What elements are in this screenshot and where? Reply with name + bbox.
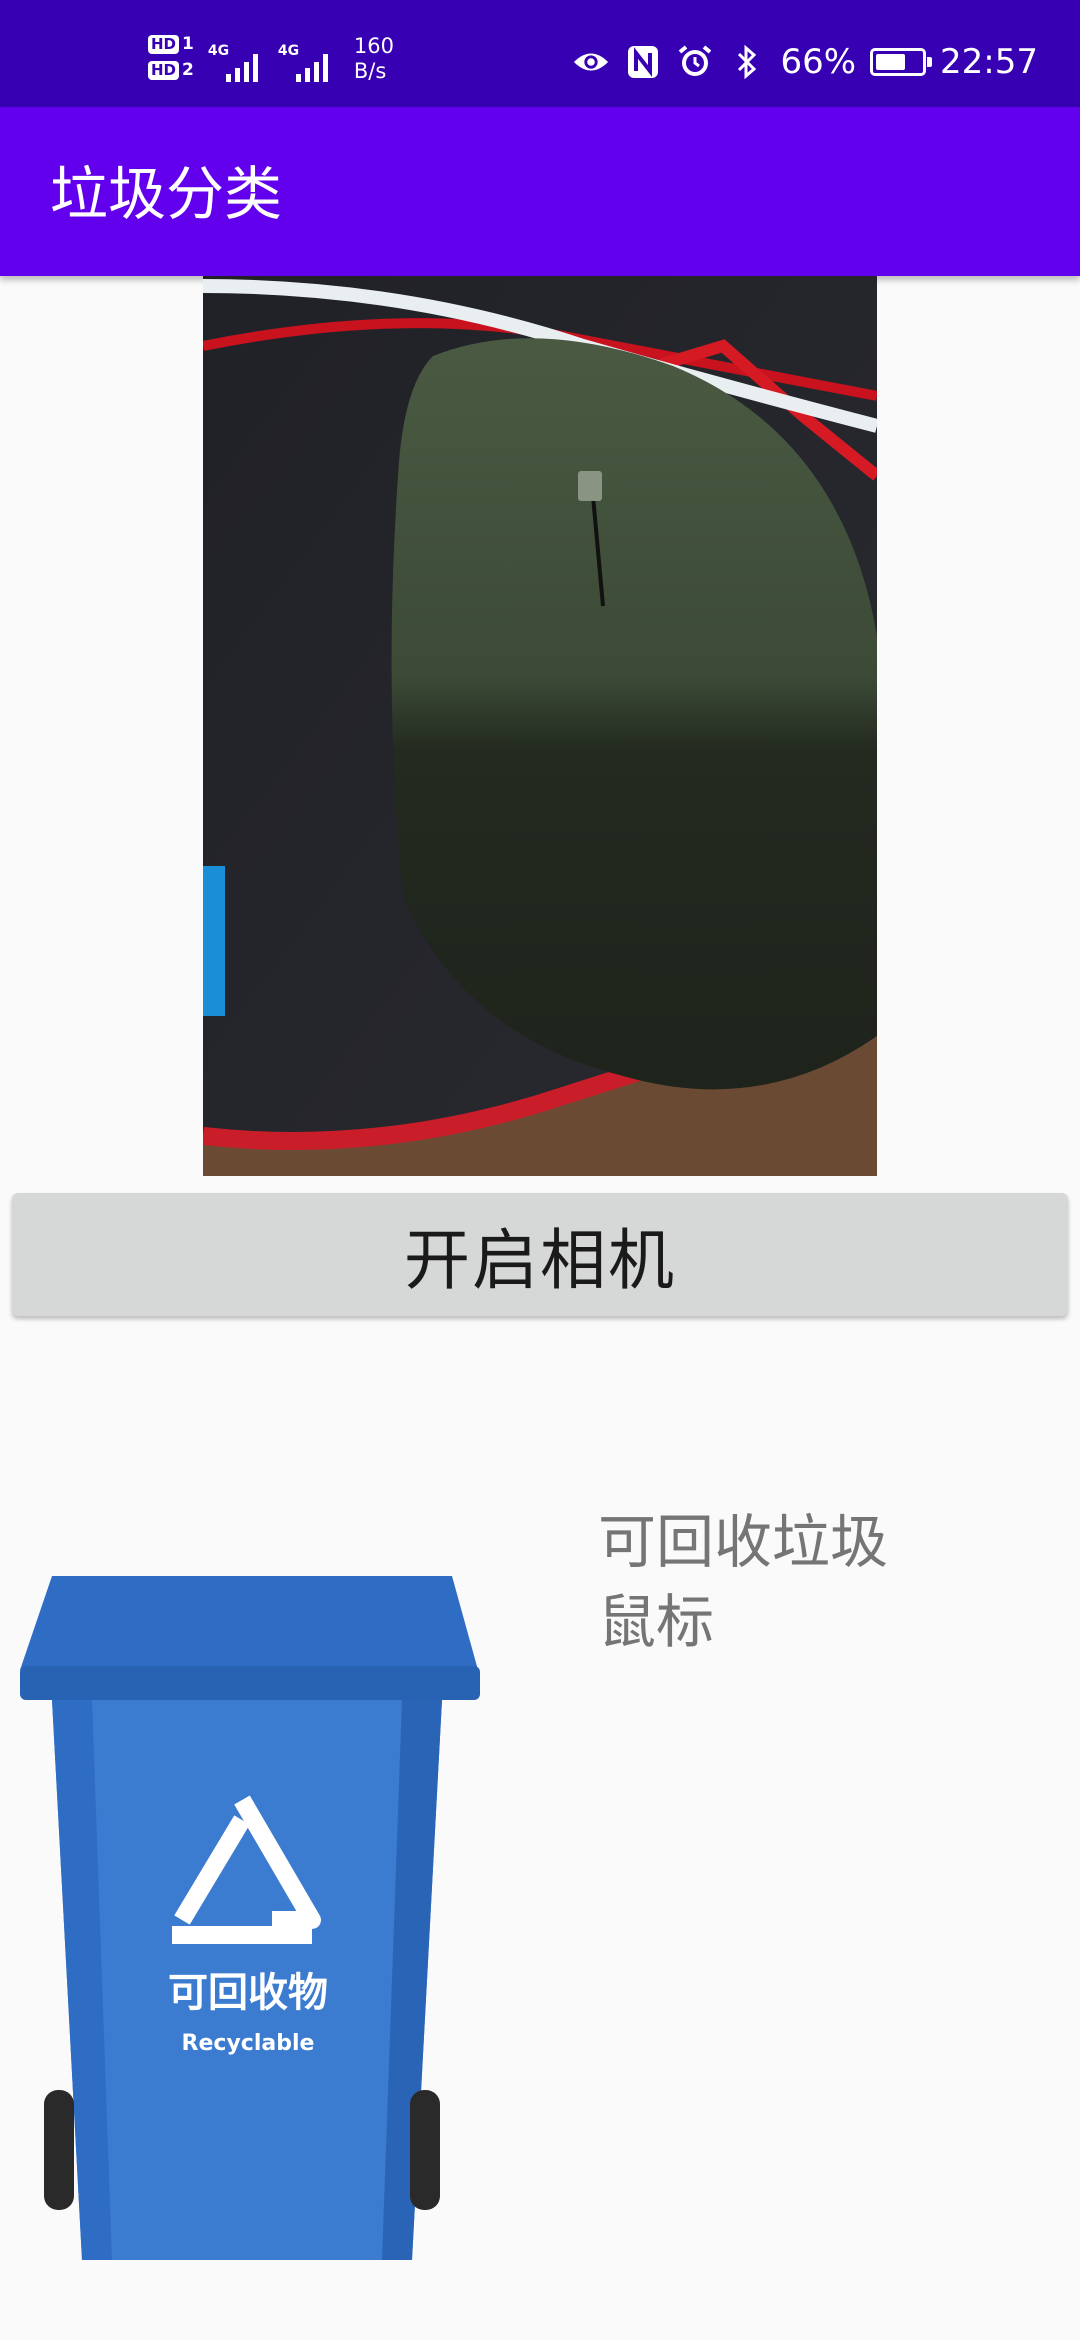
mouse-photo-image bbox=[203, 276, 877, 1176]
bin-label-en: Recyclable bbox=[182, 2031, 315, 2056]
signal-1-icon: 4G bbox=[208, 40, 264, 84]
captured-photo bbox=[203, 276, 877, 1176]
signal-2-icon: 4G bbox=[278, 40, 334, 84]
network-speed-value: 160 bbox=[353, 34, 394, 58]
app-bar: 垃圾分类 bbox=[0, 107, 1080, 276]
recyclable-bin-image: 可回收物 Recyclable bbox=[12, 1570, 487, 2270]
result-item: 鼠标 bbox=[598, 1588, 715, 1656]
sim2-hd-badge: HD 2 bbox=[148, 60, 194, 80]
sim1-hd-badge: HD 1 bbox=[148, 34, 194, 54]
app-title: 垃圾分类 bbox=[50, 160, 283, 228]
bluetooth-icon bbox=[728, 43, 766, 81]
network-speed: 160 B/s bbox=[354, 34, 394, 84]
sim1-slot: 1 bbox=[182, 34, 194, 54]
sim2-slot: 2 bbox=[182, 60, 194, 80]
battery-percent: 66% bbox=[780, 42, 857, 82]
sim1-hd: HD bbox=[148, 34, 180, 54]
classification-result: 可回收垃圾 鼠标 bbox=[598, 1502, 888, 1662]
sim2-hd: HD bbox=[148, 60, 180, 80]
status-bar: HD 1 HD 2 4G 4G 160 B/s 66% 22:57 bbox=[0, 0, 1080, 107]
open-camera-button[interactable]: 开启相机 bbox=[12, 1193, 1068, 1316]
status-left: HD 1 HD 2 4G 4G 160 B/s bbox=[148, 34, 394, 94]
recycle-bin-icon: 可回收物 Recyclable bbox=[20, 1576, 480, 2260]
result-category: 可回收垃圾 bbox=[598, 1508, 889, 1576]
network-speed-unit: B/s bbox=[353, 59, 387, 83]
status-right: 66% 22:57 bbox=[572, 42, 1038, 82]
alarm-icon bbox=[676, 43, 714, 81]
eye-icon bbox=[572, 43, 610, 81]
nfc-icon bbox=[624, 43, 662, 81]
clock: 22:57 bbox=[940, 42, 1038, 82]
sim-indicators: HD 1 HD 2 bbox=[148, 34, 194, 80]
battery-charging-icon bbox=[870, 48, 933, 76]
bin-label-cn: 可回收物 bbox=[168, 1970, 328, 2016]
